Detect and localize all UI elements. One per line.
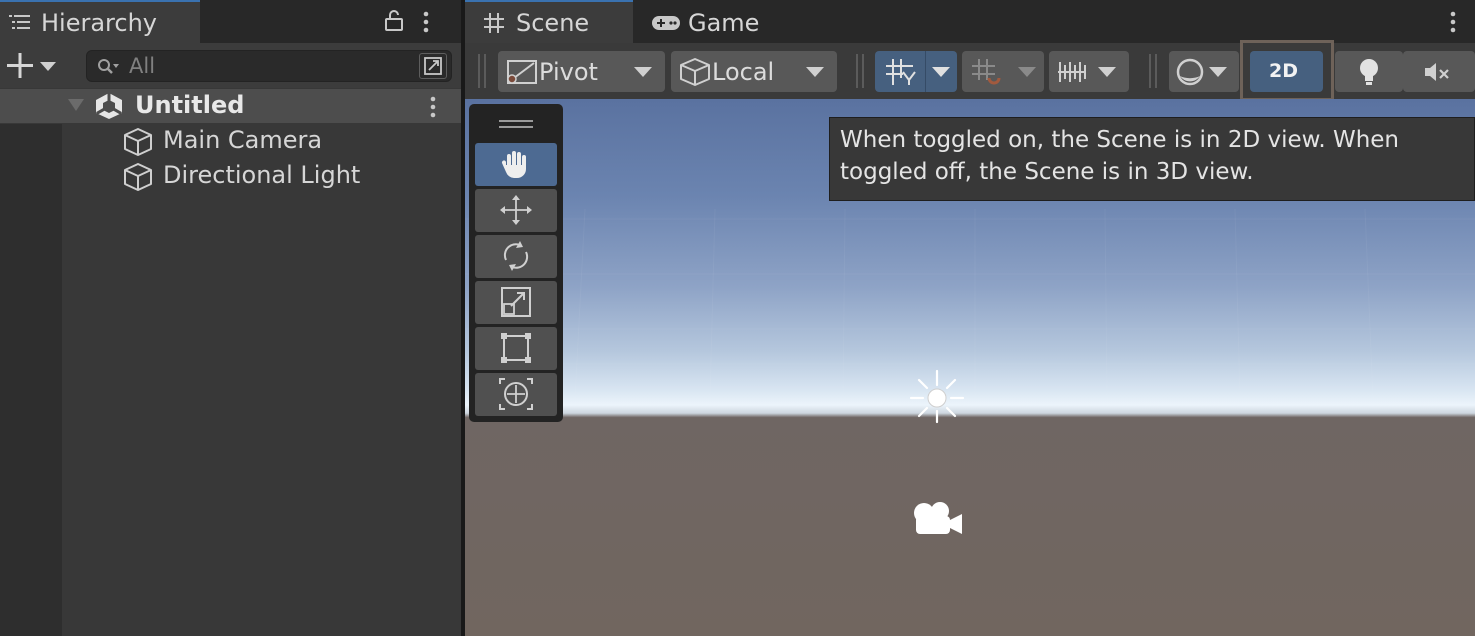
- lightbulb-icon: [1356, 57, 1382, 87]
- grid-snap-toggle[interactable]: [875, 51, 957, 92]
- kebab-menu-icon[interactable]: [421, 11, 431, 33]
- scene-name: Untitled: [135, 91, 245, 119]
- rotate-tool-button[interactable]: [475, 235, 557, 278]
- dropdown-caret-icon: [1098, 67, 1116, 77]
- hierarchy-panel: Hierarchy All Untitled Main Camera Direc…: [0, 0, 461, 636]
- hand-icon: [501, 151, 526, 178]
- hierarchy-tab-bar: Hierarchy: [0, 0, 461, 43]
- add-object-button[interactable]: [4, 52, 60, 80]
- tab-scene-label: Scene: [516, 9, 590, 37]
- scale-tool-button[interactable]: [475, 281, 557, 324]
- pivot-label: Pivot: [539, 58, 598, 86]
- kebab-menu-icon[interactable]: [1448, 11, 1458, 33]
- tab-game[interactable]: Game: [633, 0, 793, 43]
- hierarchy-gutter: [0, 124, 62, 636]
- hierarchy-item-label: Directional Light: [163, 161, 361, 189]
- pivot-icon: [506, 59, 540, 85]
- overlay-drag-handle[interactable]: [499, 120, 533, 128]
- dropdown-caret-icon: [806, 67, 824, 77]
- toolbar-grip[interactable]: [855, 54, 865, 88]
- tab-hierarchy-label: Hierarchy: [41, 9, 158, 37]
- tab-hierarchy[interactable]: Hierarchy: [0, 0, 200, 43]
- toggle-2d-tooltip: When toggled on, the Scene is in 2D view…: [829, 117, 1475, 201]
- lighting-toggle[interactable]: [1335, 51, 1403, 92]
- toolbar-grip[interactable]: [477, 54, 487, 88]
- toolbar-grip[interactable]: [1148, 54, 1158, 88]
- hand-tool-button[interactable]: [475, 143, 557, 186]
- lock-icon[interactable]: [383, 10, 405, 32]
- transform-icon: [499, 378, 533, 410]
- tab-game-label: Game: [688, 9, 760, 37]
- expand-search-icon[interactable]: [419, 53, 447, 79]
- list-icon: [9, 14, 31, 32]
- gameobject-cube-icon: [122, 162, 154, 192]
- unity-scene-icon: [94, 92, 124, 120]
- tools-overlay: [469, 104, 563, 422]
- pivot-dropdown[interactable]: Pivot: [498, 51, 665, 92]
- increment-snap-icon: [971, 58, 1005, 86]
- gameobject-cube-icon: [122, 127, 154, 157]
- expand-arrow-icon[interactable]: [66, 98, 86, 112]
- dropdown-caret-icon: [634, 67, 652, 77]
- directional-light-gizmo-icon[interactable]: [908, 368, 966, 426]
- kebab-menu-icon[interactable]: [428, 96, 438, 118]
- dropdown-caret-icon: [1209, 67, 1227, 77]
- move-tool-button[interactable]: [475, 189, 557, 232]
- local-label: Local: [712, 58, 775, 86]
- tooltip-line-1: When toggled on, the Scene is in 2D view…: [840, 127, 1399, 153]
- audio-mute-icon: [1423, 60, 1453, 84]
- dropdown-caret-icon: [932, 67, 950, 77]
- ruler-snap-toggle[interactable]: [1049, 51, 1129, 92]
- grid-snap-icon: [885, 58, 917, 86]
- hierarchy-item-label: Main Camera: [163, 126, 323, 154]
- tooltip-line-2: toggled off, the Scene is in 3D view.: [840, 159, 1254, 185]
- rotate-icon: [503, 241, 529, 271]
- hash-grid-icon: [483, 12, 505, 34]
- toggle-2d-highlight: [1240, 40, 1334, 101]
- scene-root-row[interactable]: Untitled: [0, 89, 461, 123]
- camera-gizmo-icon[interactable]: [910, 500, 966, 540]
- local-cube-icon: [678, 57, 712, 87]
- audio-toggle[interactable]: [1403, 51, 1475, 92]
- local-dropdown[interactable]: Local: [671, 51, 837, 92]
- hierarchy-toolbar: All: [0, 43, 461, 88]
- dropdown-caret-icon: [1018, 67, 1036, 77]
- move-icon: [500, 195, 532, 225]
- transform-tool-button[interactable]: [475, 373, 557, 416]
- shading-sphere-icon: [1175, 58, 1205, 86]
- search-placeholder: All: [129, 54, 156, 78]
- ruler-icon: [1057, 59, 1087, 85]
- draw-mode-dropdown[interactable]: [1169, 51, 1239, 92]
- rect-tool-button[interactable]: [475, 327, 557, 370]
- tab-scene[interactable]: Scene: [465, 0, 633, 43]
- rect-transform-icon: [501, 333, 531, 363]
- gamepad-icon: [651, 14, 681, 32]
- scale-icon: [501, 287, 531, 317]
- search-input[interactable]: All: [86, 50, 452, 82]
- increment-snap-toggle[interactable]: [962, 51, 1044, 92]
- search-icon: [97, 58, 121, 76]
